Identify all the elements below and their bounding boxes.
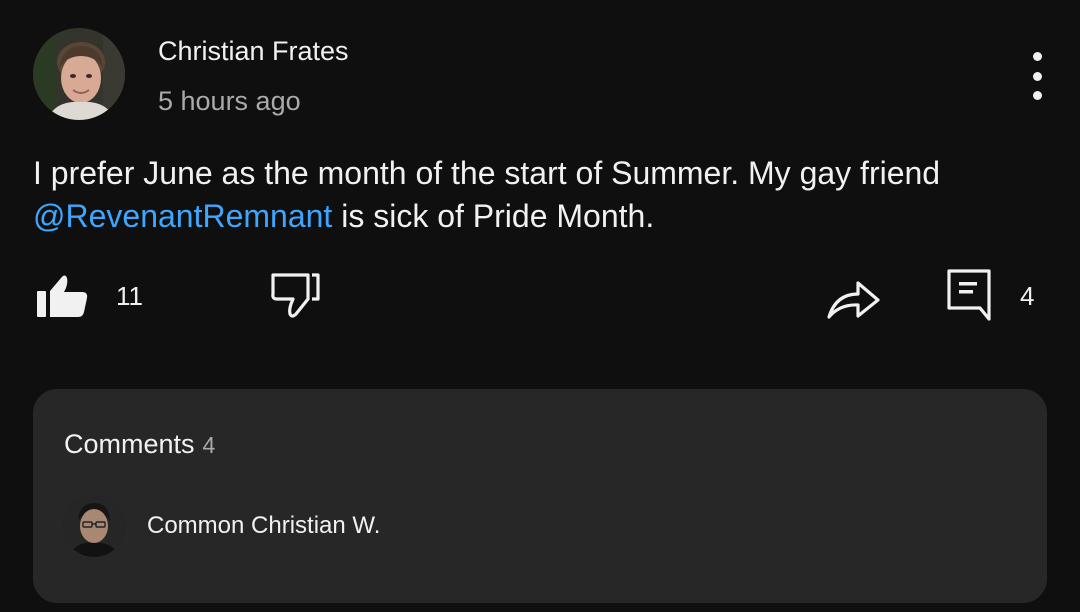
commenter-avatar xyxy=(63,495,125,557)
comments-section-card[interactable]: Comments 4 Common Christian W. xyxy=(33,389,1047,603)
share-button[interactable] xyxy=(826,274,882,322)
comment-icon xyxy=(947,269,991,321)
like-count: 11 xyxy=(116,281,143,311)
author-name[interactable]: Christian Frates xyxy=(158,36,349,67)
community-post: Christian Frates 5 hours ago I prefer Ju… xyxy=(0,0,1080,612)
share-icon xyxy=(827,281,880,319)
commenter-name: Common Christian W. xyxy=(147,512,381,539)
comments-heading-label: Comments xyxy=(64,429,195,459)
comments-heading-count: 4 xyxy=(202,432,216,458)
post-text-start: I prefer June as the month of the start … xyxy=(33,155,941,191)
like-button[interactable] xyxy=(34,270,92,322)
more-vertical-icon[interactable] xyxy=(1022,52,1052,100)
comment-count: 4 xyxy=(1020,281,1035,311)
post-text: I prefer June as the month of the start … xyxy=(33,152,1043,238)
post-timestamp: 5 hours ago xyxy=(158,86,301,116)
user-mention-link[interactable]: @RevenantRemnant xyxy=(33,198,332,234)
author-avatar[interactable] xyxy=(33,28,125,120)
comments-heading: Comments 4 xyxy=(64,429,215,460)
thumbs-down-icon xyxy=(271,273,320,318)
dislike-button[interactable] xyxy=(268,270,324,322)
post-text-end: is sick of Pride Month. xyxy=(332,198,655,234)
comments-button[interactable] xyxy=(946,268,994,322)
thumbs-up-icon xyxy=(37,275,88,317)
